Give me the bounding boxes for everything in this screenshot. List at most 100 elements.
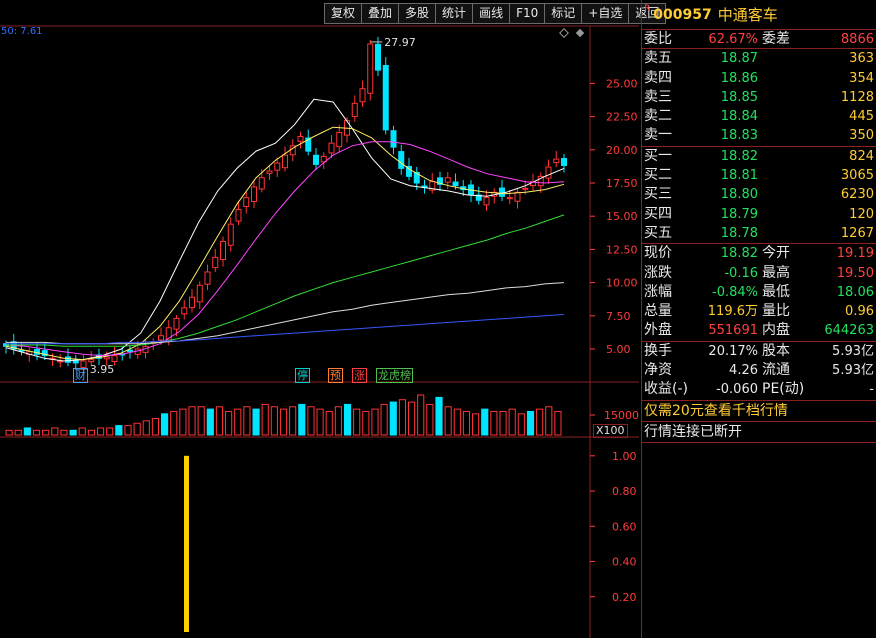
candle bbox=[351, 95, 358, 122]
event-forecast-marker[interactable]: 预 bbox=[328, 368, 343, 383]
ask-label: 卖三 bbox=[644, 88, 672, 105]
candle bbox=[437, 171, 443, 192]
multi-stock-button[interactable]: 多股 bbox=[398, 3, 437, 24]
candle bbox=[421, 179, 428, 194]
ask-row[interactable]: 卖三 18.85 1128 bbox=[642, 88, 876, 107]
candle bbox=[336, 124, 343, 153]
candle bbox=[220, 236, 226, 267]
ask-price: 18.86 bbox=[720, 70, 758, 86]
ratio-label: 委比 bbox=[644, 31, 672, 47]
stats-row: 现价 18.82 今开 19.19 bbox=[642, 244, 876, 263]
volume-bar bbox=[188, 406, 196, 436]
overlay-button[interactable]: 叠加 bbox=[361, 3, 400, 24]
candle bbox=[390, 125, 397, 155]
candle bbox=[429, 173, 436, 194]
volume-bar bbox=[307, 406, 315, 436]
bid-label: 买三 bbox=[644, 186, 672, 203]
bid-row[interactable]: 买四 18.79 120 bbox=[642, 205, 876, 224]
ma-line-ma250 bbox=[6, 314, 565, 345]
finance-value: 5.93亿 bbox=[832, 343, 874, 359]
candle bbox=[189, 289, 195, 313]
candle bbox=[305, 129, 312, 156]
ask-row[interactable]: 卖二 18.84 445 bbox=[642, 107, 876, 126]
ask-label: 卖四 bbox=[644, 69, 672, 86]
volume-bar bbox=[69, 429, 77, 436]
stat-label: 总量 bbox=[644, 303, 672, 320]
draw-line-button[interactable]: 画线 bbox=[472, 3, 511, 24]
upgrade-notice-link[interactable]: 仅需20元查看千档行情 bbox=[642, 401, 876, 422]
finance-value: 4.26 bbox=[729, 363, 758, 379]
stat-value: 19.19 bbox=[836, 246, 874, 262]
add-watchlist-button[interactable]: +自选 bbox=[581, 3, 630, 24]
volume-bar bbox=[234, 408, 242, 436]
restore-rights-button[interactable]: 复权 bbox=[324, 3, 363, 24]
price-tick-label: 17.50 bbox=[606, 177, 638, 190]
bid-row[interactable]: 买二 18.81 3065 bbox=[642, 166, 876, 185]
event-suspend-marker[interactable]: 停 bbox=[295, 368, 310, 383]
stat-value: 18.82 bbox=[720, 246, 758, 262]
diff-value: 8866 bbox=[840, 32, 874, 47]
stat-value: 644263 bbox=[824, 323, 874, 339]
candle bbox=[212, 248, 219, 273]
candle bbox=[561, 153, 567, 173]
chart-toolbar: 复权 叠加 多股 统计 画线 F10 标记 +自选 返回 bbox=[324, 3, 667, 24]
bid-row[interactable]: 买五 18.78 1267 bbox=[642, 224, 876, 243]
ask-row[interactable]: 卖一 18.83 350 bbox=[642, 126, 876, 145]
bid-price: 18.79 bbox=[720, 206, 758, 222]
candle-body bbox=[390, 130, 397, 148]
ask-volume: 350 bbox=[849, 128, 874, 144]
volume-bar bbox=[353, 408, 361, 436]
ask-row[interactable]: 卖五 18.87 363 bbox=[642, 49, 876, 68]
price-tick-label: 22.50 bbox=[606, 111, 638, 124]
volume-bar bbox=[526, 410, 535, 436]
finance-value: 5.93亿 bbox=[832, 363, 874, 379]
volume-bar bbox=[426, 403, 434, 436]
stat-value: 119.6万 bbox=[707, 304, 758, 320]
candle bbox=[483, 190, 490, 211]
candle bbox=[499, 179, 505, 202]
event-limitup-marker[interactable]: 涨 bbox=[352, 368, 367, 383]
volume-bar bbox=[417, 394, 425, 436]
volume-bar bbox=[252, 408, 260, 436]
bid-price: 18.82 bbox=[720, 148, 758, 164]
statistics-button[interactable]: 统计 bbox=[435, 3, 474, 24]
kline-chart[interactable]: 25.00 22.50 20.00 17.50 15.00 12.50 10.00 7.50 5… bbox=[0, 0, 640, 638]
volume-bar bbox=[87, 429, 95, 436]
stock-header[interactable]: R 000957 中通客车 bbox=[642, 0, 876, 30]
mark-button[interactable]: 标记 bbox=[544, 3, 583, 24]
candle bbox=[398, 144, 405, 175]
finance-label: 换手 bbox=[644, 342, 672, 359]
candle-body bbox=[328, 142, 335, 154]
volume-bar bbox=[499, 410, 507, 436]
candle-body bbox=[367, 43, 374, 94]
candle-body bbox=[227, 223, 234, 246]
bid-price: 18.80 bbox=[720, 187, 758, 203]
event-dragon-tiger-marker[interactable]: 龙虎榜 bbox=[376, 368, 413, 383]
volume-bar bbox=[60, 429, 68, 436]
candle-body bbox=[111, 355, 118, 362]
volume-bar bbox=[554, 410, 562, 436]
volume-bar bbox=[435, 396, 443, 436]
candle bbox=[328, 134, 335, 158]
candle bbox=[10, 333, 17, 355]
volume-bar bbox=[161, 413, 169, 436]
bid-price: 18.78 bbox=[720, 225, 758, 241]
candle-body bbox=[522, 187, 529, 190]
ask-row[interactable]: 卖四 18.86 354 bbox=[642, 69, 876, 88]
bid-volume: 6230 bbox=[840, 187, 874, 203]
finance-label: 股本 bbox=[762, 342, 790, 359]
bid-row[interactable]: 买三 18.80 6230 bbox=[642, 185, 876, 204]
volume-bar bbox=[14, 429, 22, 436]
low-mark-label: 3.95 bbox=[90, 363, 115, 376]
stock-terminal: 25.00 22.50 20.00 17.50 15.00 12.50 10.00 7.50 5… bbox=[0, 0, 876, 638]
f10-button[interactable]: F10 bbox=[509, 3, 546, 24]
candle bbox=[375, 36, 381, 76]
candle bbox=[444, 172, 451, 190]
connection-status: 行情连接已断开 bbox=[642, 422, 876, 443]
volume-bar bbox=[407, 401, 416, 436]
diamond-filled-icon bbox=[575, 28, 585, 38]
volume-bar bbox=[124, 425, 132, 436]
bid-row[interactable]: 买一 18.82 824 bbox=[642, 147, 876, 166]
event-financial-marker[interactable]: 财 bbox=[73, 368, 88, 383]
stat-value: 19.50 bbox=[836, 265, 874, 281]
